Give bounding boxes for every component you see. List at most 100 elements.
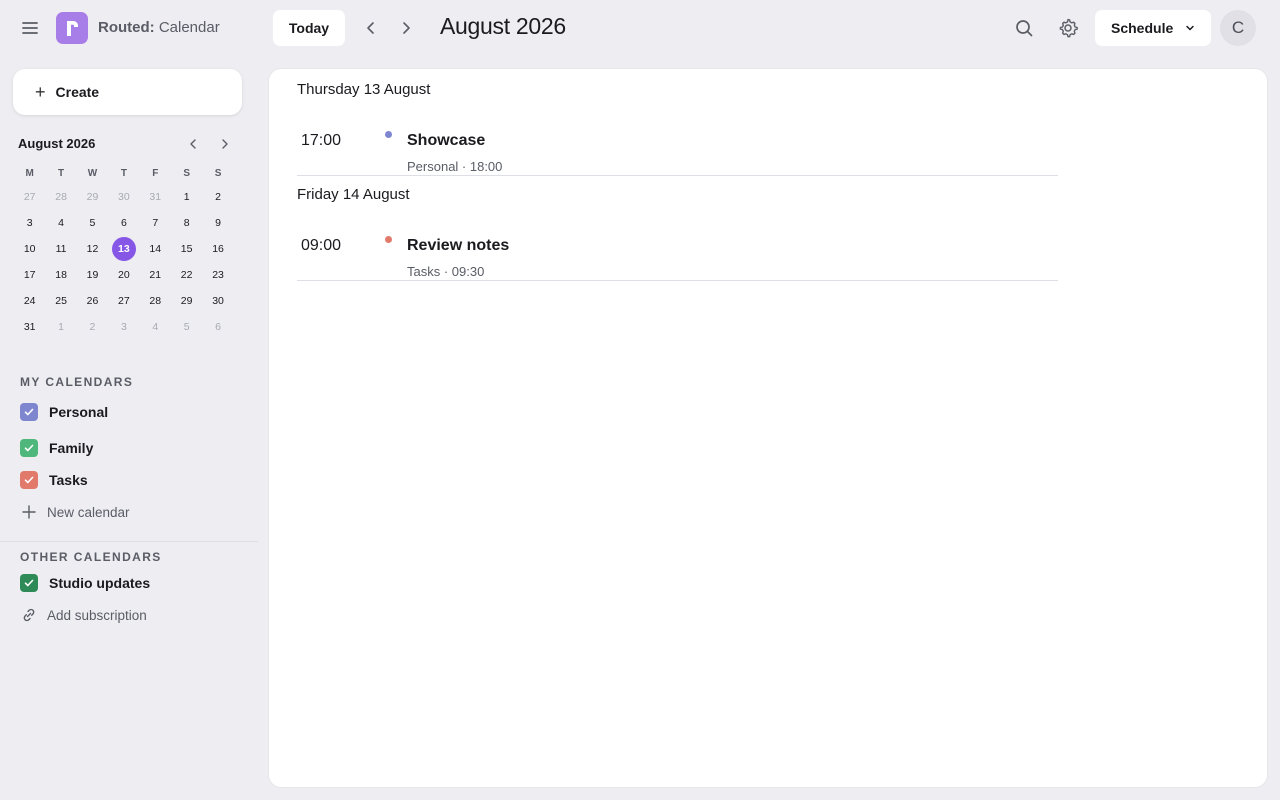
view-select-label: Schedule	[1111, 20, 1174, 36]
mini-day-number: 2	[89, 321, 96, 333]
mini-day[interactable]: 21	[140, 262, 171, 288]
mini-day-number: 16	[212, 243, 224, 255]
calendar-item-family[interactable]: Family	[20, 436, 250, 460]
checkbox-icon[interactable]	[20, 403, 38, 421]
calendar-item-personal[interactable]: Personal	[20, 400, 250, 424]
avatar[interactable]: C	[1220, 10, 1256, 46]
today-button[interactable]: Today	[273, 10, 345, 46]
mini-day-number: 5	[183, 321, 190, 333]
mini-day-selected[interactable]: 13	[108, 236, 139, 262]
mini-calendar-month: August 2026	[18, 136, 96, 151]
app-title: Routed: Calendar	[98, 19, 220, 36]
mini-day-number: 19	[86, 269, 99, 281]
weekday-header: F	[152, 167, 159, 179]
mini-day[interactable]: 10	[14, 236, 45, 262]
mini-day[interactable]: 3	[14, 210, 45, 236]
mini-day[interactable]: 16	[202, 236, 233, 262]
mini-day[interactable]: 30	[108, 184, 139, 210]
mini-day[interactable]: 27	[108, 288, 139, 314]
mini-day-number: 12	[86, 243, 99, 255]
event-row[interactable]: 09:00 Review notes Tasks · 09:30	[297, 214, 1058, 281]
menu-icon[interactable]	[20, 18, 40, 38]
mini-day[interactable]: 29	[171, 288, 202, 314]
mini-day-number: 4	[152, 321, 159, 333]
weekday-header: M	[25, 167, 34, 179]
mini-day[interactable]: 3	[108, 314, 139, 340]
mini-day[interactable]: 17	[14, 262, 45, 288]
mini-day[interactable]: 1	[45, 314, 76, 340]
mini-day[interactable]: 30	[202, 288, 233, 314]
mini-day[interactable]: 4	[140, 314, 171, 340]
mini-day[interactable]: 20	[108, 262, 139, 288]
chevron-down-icon	[1186, 25, 1194, 31]
mini-day[interactable]: 27	[14, 184, 45, 210]
mini-day[interactable]: 5	[171, 314, 202, 340]
day-heading: Thursday 13 August	[297, 81, 431, 98]
mini-day[interactable]: 4	[45, 210, 76, 236]
create-button[interactable]: + Create	[13, 69, 242, 115]
mini-day[interactable]: 12	[77, 236, 108, 262]
mini-day-number: 30	[212, 295, 224, 307]
chevron-right-icon[interactable]	[396, 18, 416, 38]
mini-day[interactable]: 31	[14, 314, 45, 340]
weekday-header: T	[58, 167, 65, 179]
calendar-color-dot	[385, 131, 392, 138]
mini-day-number: 20	[118, 269, 130, 281]
mini-prev-month-icon[interactable]	[185, 136, 201, 152]
mini-day[interactable]: 8	[171, 210, 202, 236]
checkbox-icon[interactable]	[20, 471, 38, 489]
new-calendar-label: New calendar	[47, 504, 130, 520]
search-icon[interactable]	[1012, 16, 1036, 40]
mini-day[interactable]: 6	[108, 210, 139, 236]
mini-day-number: 22	[180, 269, 193, 281]
mini-day[interactable]: 22	[171, 262, 202, 288]
other-calendar-item-studio-updates[interactable]: Studio updates	[20, 571, 250, 595]
mini-day[interactable]: 2	[202, 184, 233, 210]
view-select-button[interactable]: Schedule	[1095, 10, 1211, 46]
mini-day-number: 30	[118, 191, 130, 203]
mini-day[interactable]: 19	[77, 262, 108, 288]
mini-day[interactable]: 6	[202, 314, 233, 340]
event-row[interactable]: 17:00 Showcase Personal · 18:00	[297, 109, 1058, 176]
mini-day[interactable]: 14	[140, 236, 171, 262]
calendar-item-tasks[interactable]: Tasks	[20, 468, 250, 492]
new-calendar-button[interactable]: New calendar	[20, 500, 250, 524]
mini-day-number: 29	[180, 295, 193, 307]
mini-day[interactable]: 28	[140, 288, 171, 314]
mini-day[interactable]: 9	[202, 210, 233, 236]
mini-day[interactable]: 23	[202, 262, 233, 288]
calendar-color-dot	[385, 236, 392, 243]
calendar-name: Studio updates	[49, 575, 151, 591]
my-calendars-label: MY CALENDARS	[20, 375, 134, 389]
mini-day[interactable]: 2	[77, 314, 108, 340]
mini-day[interactable]: 15	[171, 236, 202, 262]
mini-day[interactable]: 25	[45, 288, 76, 314]
day-heading: Friday 14 August	[297, 186, 410, 203]
mini-day[interactable]: 31	[140, 184, 171, 210]
mini-day[interactable]: 29	[77, 184, 108, 210]
mini-day-number: 31	[149, 191, 162, 203]
checkbox-icon[interactable]	[20, 439, 38, 457]
mini-next-month-icon[interactable]	[217, 136, 233, 152]
gear-icon[interactable]	[1056, 16, 1080, 40]
add-subscription-button[interactable]: Add subscription	[20, 603, 250, 627]
period-title: August 2026	[440, 13, 566, 39]
app-title-rest: Calendar	[154, 19, 220, 36]
mini-day[interactable]: 24	[14, 288, 45, 314]
mini-day[interactable]: 18	[45, 262, 76, 288]
other-calendars-label: OTHER CALENDARS	[20, 550, 162, 564]
mini-day-number: 17	[23, 269, 36, 281]
mini-day[interactable]: 11	[45, 236, 76, 262]
mini-day[interactable]: 5	[77, 210, 108, 236]
mini-day[interactable]: 28	[45, 184, 76, 210]
mini-day-number: 3	[26, 217, 33, 229]
mini-day-number: 28	[149, 295, 162, 307]
checkbox-icon[interactable]	[20, 574, 38, 592]
mini-day[interactable]: 26	[77, 288, 108, 314]
mini-day[interactable]: 1	[171, 184, 202, 210]
mini-day[interactable]: 7	[140, 210, 171, 236]
mini-day-number: 21	[149, 269, 162, 281]
chevron-left-icon[interactable]	[361, 18, 381, 38]
plus-icon: +	[35, 82, 46, 102]
mini-day-number: 27	[23, 191, 36, 203]
